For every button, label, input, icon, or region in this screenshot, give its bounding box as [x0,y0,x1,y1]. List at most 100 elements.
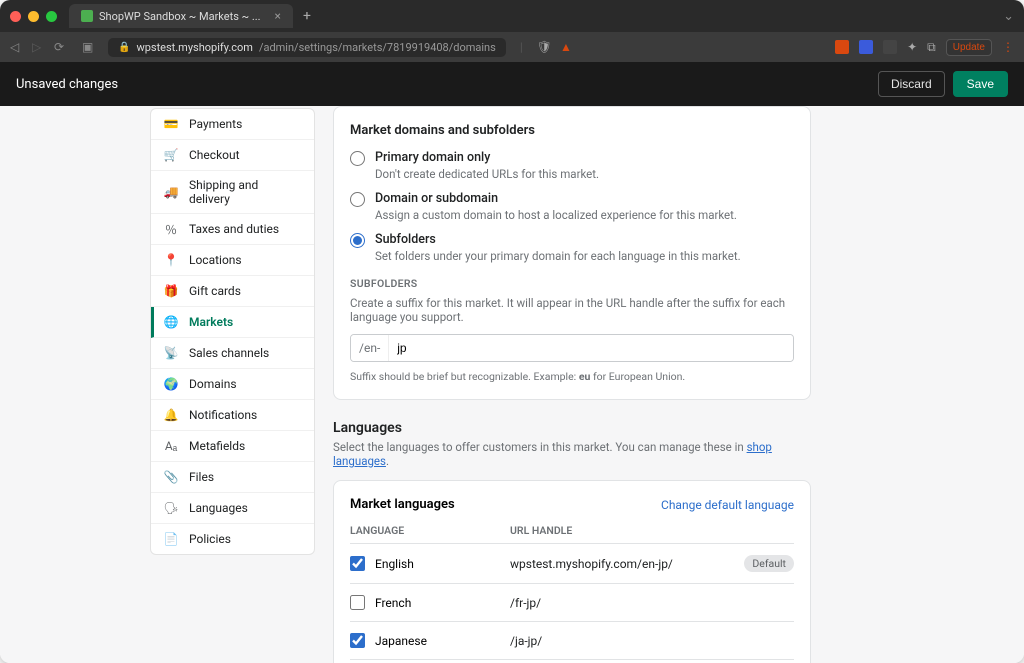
browser-tab[interactable]: ShopWP Sandbox ~ Markets ~ ... × [69,4,293,28]
domain-option-desc: Assign a custom domain to host a localiz… [375,208,737,222]
discard-button[interactable]: Discard [878,71,945,97]
sidebar-item-shipping-and-delivery[interactable]: 🚚 Shipping and delivery [151,171,314,214]
domain-option-label: Primary domain only [375,150,599,165]
update-button[interactable]: Update [946,39,992,56]
close-tab-icon[interactable]: × [275,9,281,23]
policy-icon: 📄 [163,531,179,547]
suffix-input-group: /en- [350,334,794,362]
sidebar-item-metafields[interactable]: AₐMetafields [151,431,314,462]
extensions-puzzle-icon[interactable]: ✦ [907,40,917,54]
address-bar[interactable]: 🔒 wpstest.myshopify.com/admin/settings/m… [108,38,506,57]
sidebar-item-label: Checkout [189,148,240,162]
sidebar-item-label: Taxes and duties [189,222,279,236]
sidebar-item-policies[interactable]: 📄 Policies [151,524,314,554]
extension-icon-2[interactable] [859,40,873,54]
sidebar-item-checkout[interactable]: 🛒 Checkout [151,140,314,171]
unsaved-changes-label: Unsaved changes [16,77,118,92]
sidebar-item-label: Domains [189,377,237,391]
sidebar-item-label: Locations [189,253,242,267]
sidebar-item-markets[interactable]: 🌐 Markets [151,307,314,338]
extension-icon-1[interactable] [835,40,849,54]
domain-option-1[interactable]: Domain or subdomainAssign a custom domai… [350,191,794,222]
domain-option-label: Subfolders [375,232,741,247]
sidebar-item-label: Shipping and delivery [189,178,302,206]
sidebar-item-label: Gift cards [189,284,241,298]
maximize-window-icon[interactable] [46,11,57,22]
sidebar-item-locations[interactable]: 📍 Locations [151,245,314,276]
language-name: English [375,557,510,571]
metafields-icon: Aₐ [163,438,179,454]
menu-icon[interactable]: ⋮ [1002,40,1014,54]
language-name: Japanese [375,634,510,648]
suffix-input[interactable] [389,335,793,361]
forward-button[interactable]: ▷ [32,40,46,54]
sidebar-item-label: Sales channels [189,346,269,360]
language-row-japanese: Japanese/ja-jp/ [350,621,794,659]
languages-desc: Select the languages to offer customers … [333,440,811,468]
domain-radio-0[interactable] [350,151,365,166]
subfolders-header: SUBFOLDERS [350,277,794,290]
sidebar-item-languages[interactable]: 🗣 Languages [151,493,314,524]
warning-icon[interactable]: ▲ [560,40,572,54]
col-urlhandle-header: URL HANDLE [510,524,794,537]
sidebar-toggle-icon[interactable]: ▣ [82,40,96,54]
sidebar-item-label: Languages [189,501,248,515]
url-handle: wpstest.myshopify.com/en-jp/ [510,557,744,571]
default-badge: Default [744,555,794,572]
reload-button[interactable]: ⟳ [54,40,68,54]
domain-option-0[interactable]: Primary domain onlyDon't create dedicate… [350,150,794,181]
screenshot-icon[interactable]: ⧉ [927,40,936,55]
domain-option-desc: Set folders under your primary domain fo… [375,249,741,263]
language-row-spanish: Spanish/es-jp/ [350,659,794,663]
close-window-icon[interactable] [10,11,21,22]
save-button[interactable]: Save [953,71,1008,97]
sidebar-item-label: Markets [189,315,233,329]
sidebar-item-label: Notifications [189,408,257,422]
pin-icon: 📍 [163,252,179,268]
suffix-hint: Suffix should be brief but recognizable.… [350,370,794,383]
language-icon: 🗣 [163,500,179,516]
bell-icon: 🔔 [163,407,179,423]
sidebar-item-gift-cards[interactable]: 🎁 Gift cards [151,276,314,307]
language-checkbox-french[interactable] [350,595,365,610]
tab-title: ShopWP Sandbox ~ Markets ~ ... [99,10,261,23]
favicon-icon [81,10,93,22]
sidebar-item-payments[interactable]: 💳Payments [151,109,314,140]
url-handle: /ja-jp/ [510,634,794,648]
settings-sidebar: 💳Payments 🛒 Checkout 🚚 Shipping and delivery… [150,108,315,555]
sidebar-item-files[interactable]: 📎 Files [151,462,314,493]
extension-icon-3[interactable] [883,40,897,54]
back-button[interactable]: ◁ [10,40,24,54]
truck-icon: 🚚 [163,184,179,200]
language-checkbox-english[interactable] [350,556,365,571]
change-default-language-link[interactable]: Change default language [661,498,794,512]
url-separator: | [520,40,523,54]
domain-option-2[interactable]: Subfolders Set folders under your primary… [350,232,794,263]
attachment-icon: 📎 [163,469,179,485]
domain-radio-1[interactable] [350,192,365,207]
domain-radio-2[interactable] [350,233,365,248]
sidebar-item-taxes-and-duties[interactable]: ％Taxes and duties [151,214,314,245]
new-tab-button[interactable]: + [303,8,311,24]
sidebar-item-label: Files [189,470,214,484]
sidebar-item-notifications[interactable]: 🔔 Notifications [151,400,314,431]
url-handle: /fr-jp/ [510,596,794,610]
window-controls[interactable] [10,11,57,22]
gift-icon: 🎁 [163,283,179,299]
sidebar-item-sales-channels[interactable]: 📡Sales channels [151,338,314,369]
titlebar: ShopWP Sandbox ~ Markets ~ ... × + ⌄ [0,0,1024,32]
market-domains-card: Market domains and subfolders Primary do… [333,106,811,400]
language-checkbox-japanese[interactable] [350,633,365,648]
shield-icon[interactable]: 🛡 [537,40,552,54]
sidebar-item-label: Payments [189,117,242,131]
unsaved-changes-bar: Unsaved changes Discard Save [0,62,1024,106]
sidebar-item-domains[interactable]: 🌍Domains [151,369,314,400]
cart-icon: 🛒 [163,147,179,163]
minimize-window-icon[interactable] [28,11,39,22]
languages-title: Languages [333,420,811,436]
language-row-french: French/fr-jp/ [350,583,794,621]
chevron-down-icon[interactable]: ⌄ [1003,9,1014,24]
globe-icon: 🌐 [163,314,179,330]
market-languages-title: Market languages [350,497,455,512]
sidebar-item-label: Policies [189,532,231,546]
